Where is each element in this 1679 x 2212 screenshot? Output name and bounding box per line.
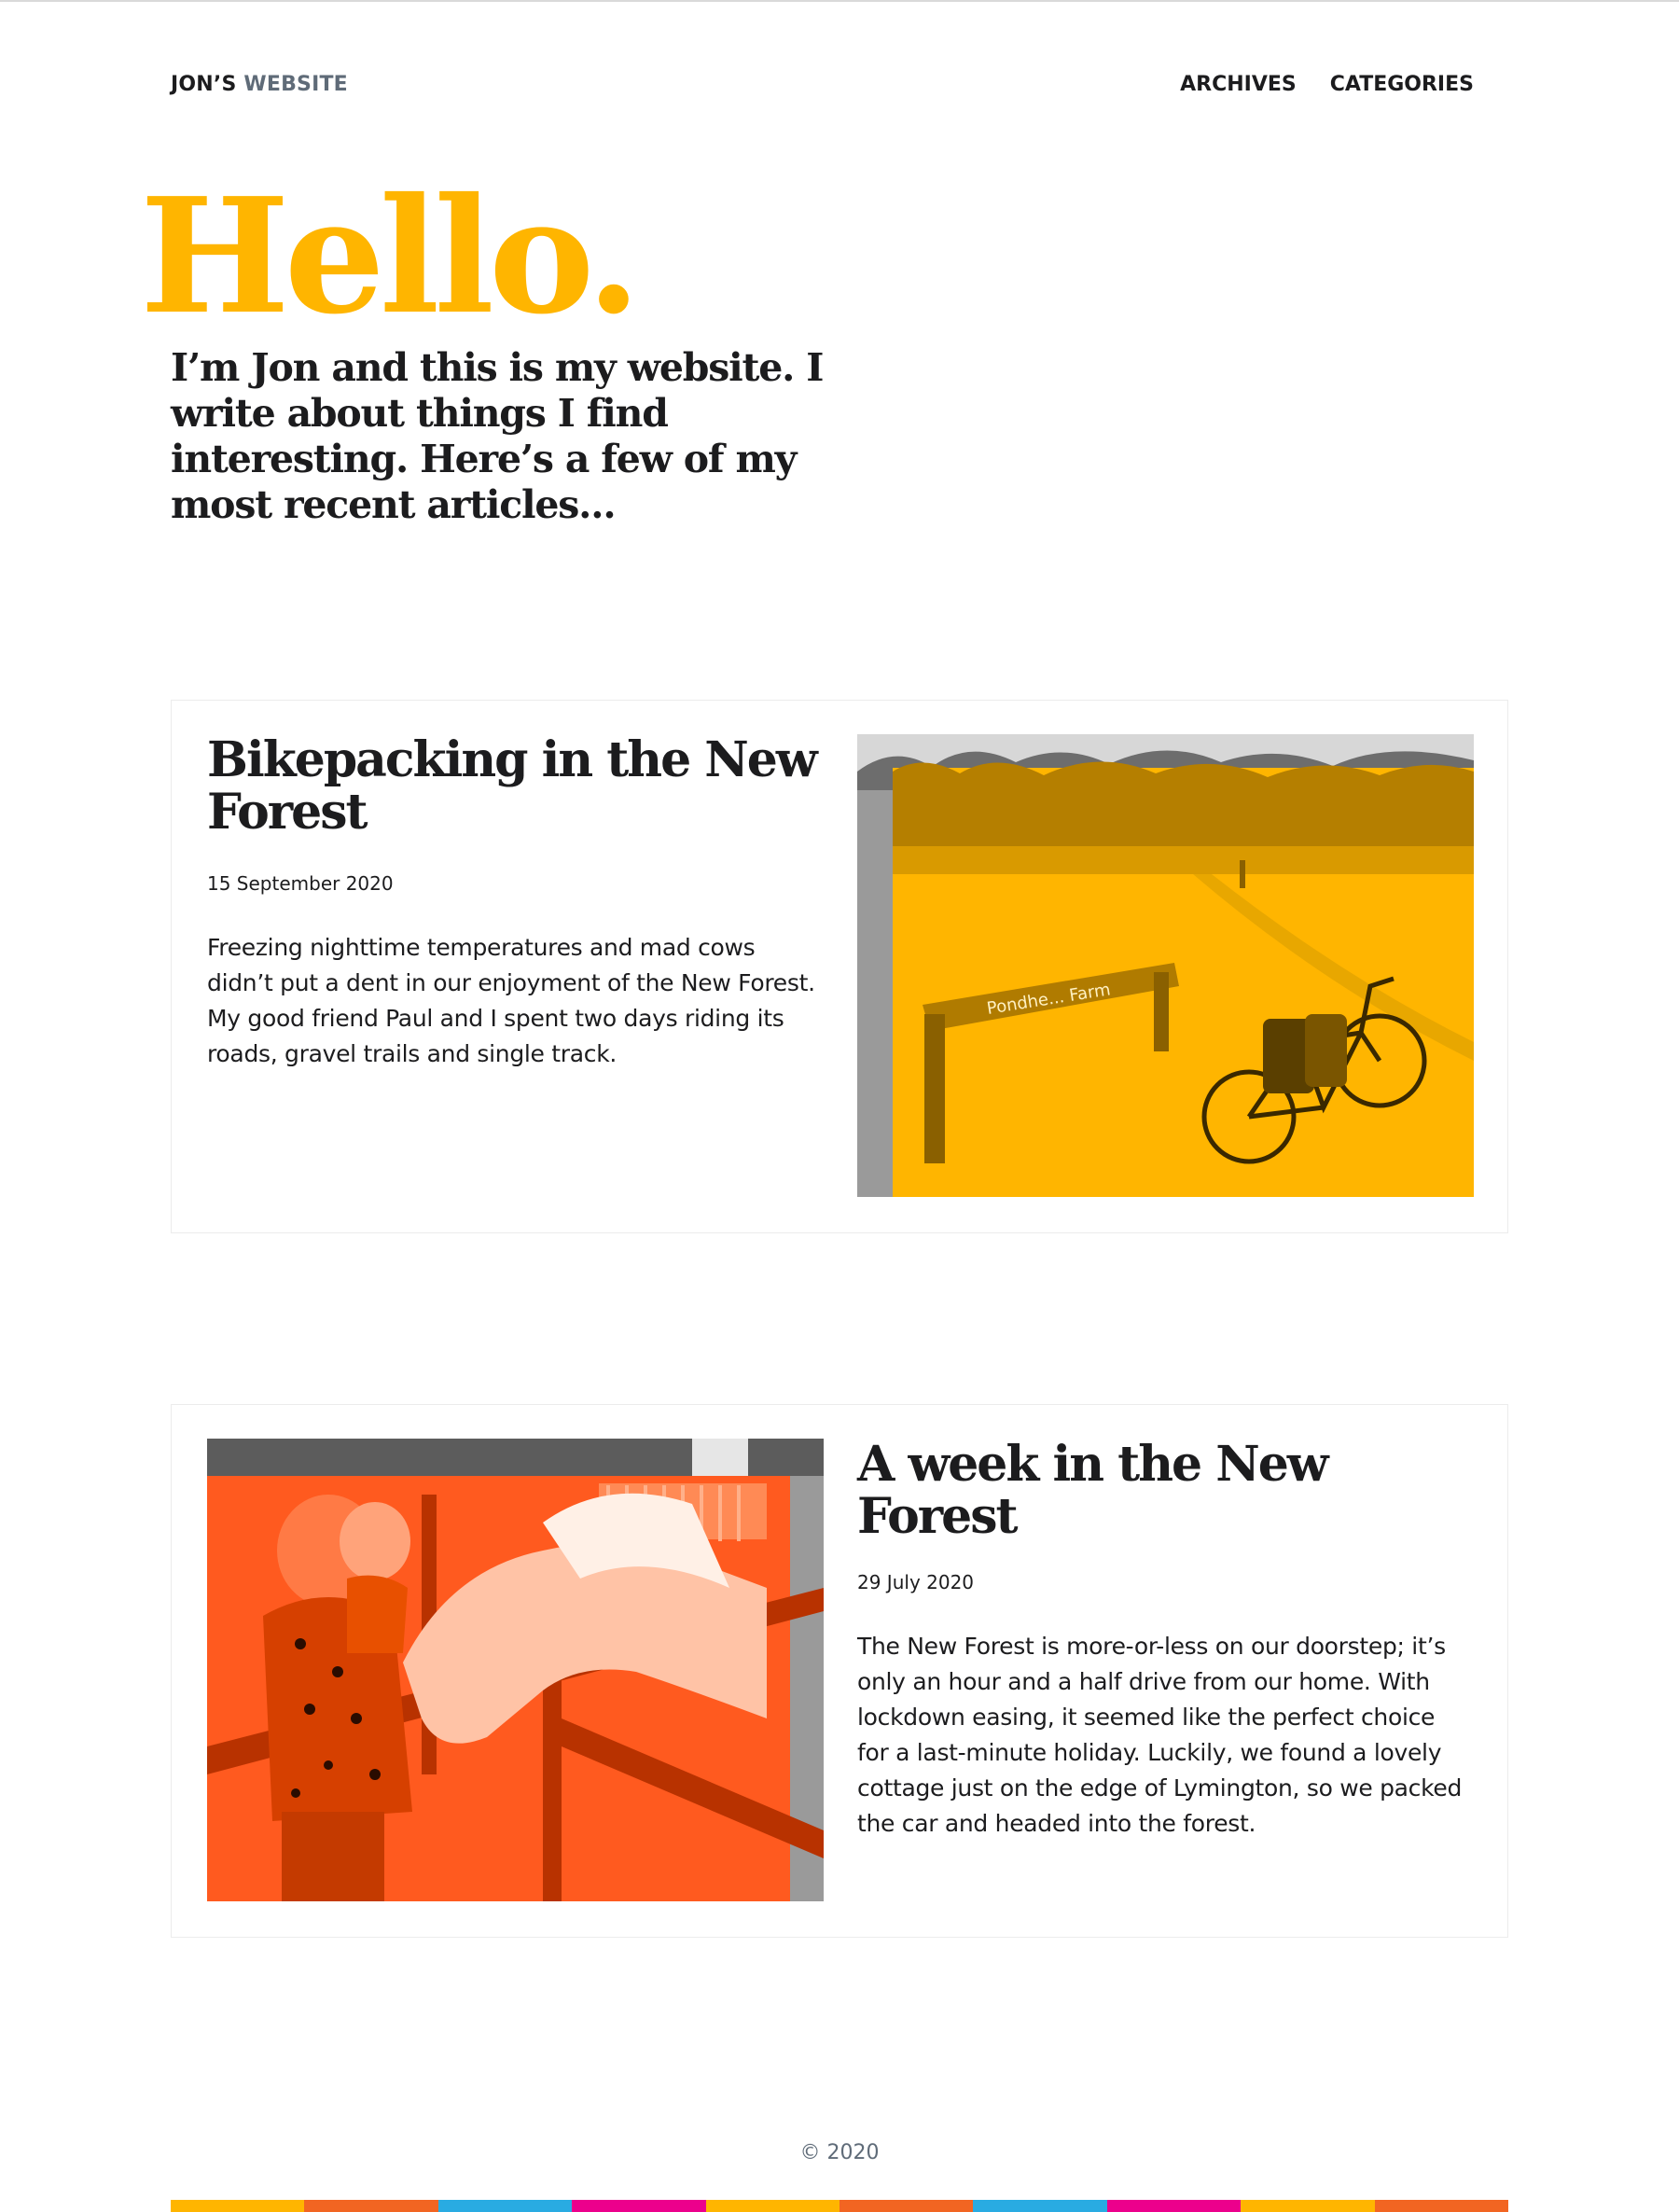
top-border (0, 0, 1679, 2)
footer-color-stripe (171, 2200, 1509, 2212)
nav-categories[interactable]: CATEGORIES (1330, 73, 1474, 96)
article-excerpt: The New Forest is more-or-less on our do… (857, 1633, 1463, 1837)
copyright: © 2020 (799, 2141, 880, 2164)
article-text: A week in the New Forest 29 July 2020 Th… (857, 1439, 1473, 1842)
article-card: Bikepacking in the New Forest 15 Septemb… (171, 700, 1508, 1233)
article-date: 15 September 2020 (207, 872, 394, 895)
pony-photo-illustration (207, 1439, 824, 1901)
site-header: JON’S WEBSITE ARCHIVES CATEGORIES (171, 65, 1474, 103)
stripe-segment (304, 2200, 438, 2212)
stripe-segment (840, 2200, 974, 2212)
stripe-segment (171, 2200, 305, 2212)
logo-main-text: JON’S (171, 72, 237, 96)
article-image-bikepacking[interactable]: Pondhe... Farm (857, 734, 1474, 1197)
stripe-segment (572, 2200, 706, 2212)
article-title-link[interactable]: A week in the New Forest (857, 1439, 1473, 1543)
article-card: A week in the New Forest 29 July 2020 Th… (171, 1404, 1508, 1938)
main-nav: ARCHIVES CATEGORIES (1180, 73, 1474, 96)
stripe-segment (1106, 2200, 1242, 2212)
stripe-segment (1241, 2200, 1375, 2212)
stripe-segment (705, 2200, 840, 2212)
article-image-pony[interactable] (207, 1439, 824, 1901)
logo-accent-text: WEBSITE (243, 72, 348, 96)
stripe-segment (1374, 2200, 1509, 2212)
article-text: Bikepacking in the New Forest 15 Septemb… (207, 734, 823, 1072)
bike-photo-illustration: Pondhe... Farm (857, 734, 1474, 1197)
article-title-link[interactable]: Bikepacking in the New Forest (207, 734, 823, 839)
hero-intro: I’m Jon and this is my website. I write … (171, 345, 824, 527)
stripe-segment (973, 2200, 1107, 2212)
hero-title: Hello. (140, 163, 642, 350)
site-logo[interactable]: JON’S WEBSITE (171, 73, 348, 96)
article-date: 29 July 2020 (857, 1571, 975, 1593)
nav-archives[interactable]: ARCHIVES (1180, 73, 1297, 96)
stripe-segment (437, 2200, 573, 2212)
article-excerpt: Freezing nighttime temperatures and mad … (207, 934, 815, 1067)
